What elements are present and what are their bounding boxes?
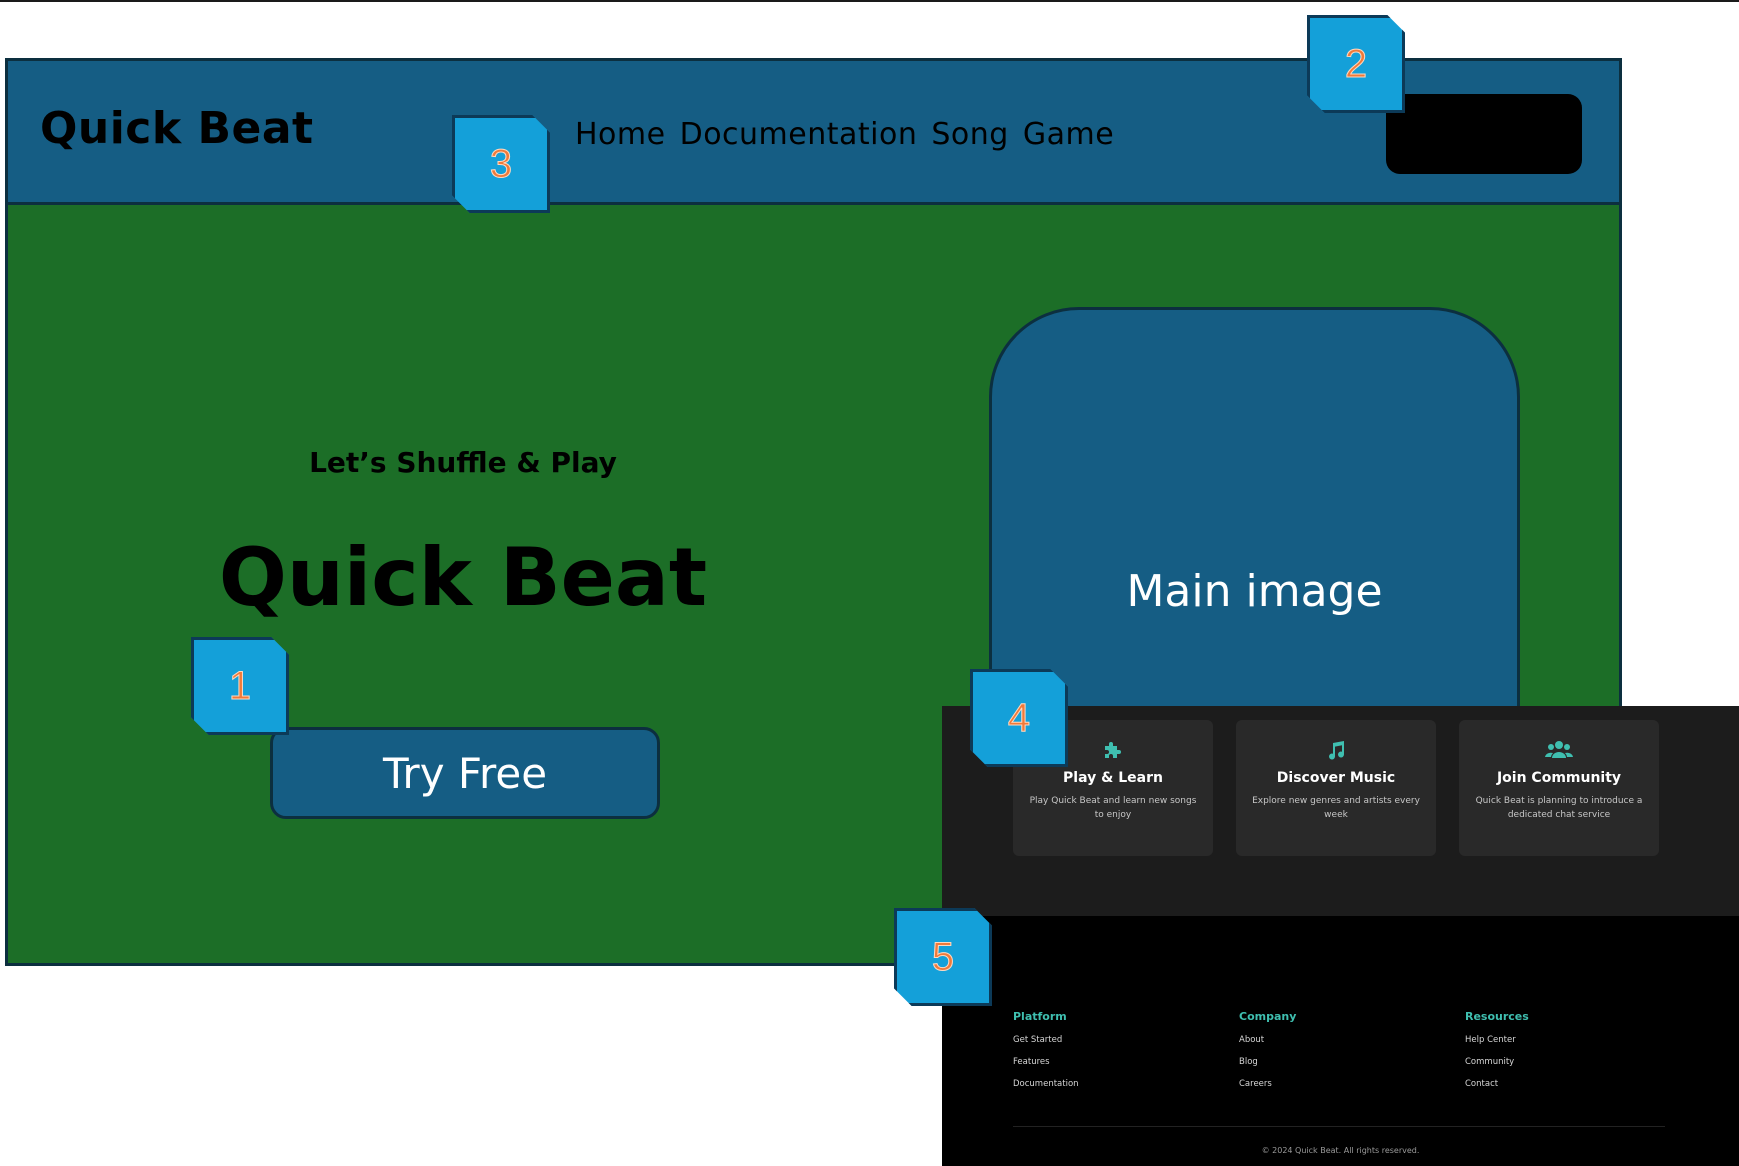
callout-badge-1: 1 bbox=[191, 637, 289, 735]
callout-badge-4: 4 bbox=[970, 669, 1068, 767]
footer-link[interactable]: Documentation bbox=[1013, 1079, 1079, 1089]
feature-title: Join Community bbox=[1496, 770, 1622, 786]
footer-link[interactable]: Contact bbox=[1465, 1079, 1529, 1089]
hero-tagline: Let’s Shuffle & Play bbox=[309, 446, 617, 479]
brand-logo[interactable]: Quick Beat bbox=[40, 103, 314, 154]
footer-link[interactable]: Features bbox=[1013, 1057, 1079, 1067]
footer-link[interactable]: Blog bbox=[1239, 1057, 1296, 1067]
footer-copyright: © 2024 Quick Beat. All rights reserved. bbox=[1261, 1146, 1420, 1155]
feature-title: Play & Learn bbox=[1063, 770, 1163, 786]
music-note-icon bbox=[1236, 736, 1436, 764]
nav-song[interactable]: Song bbox=[931, 117, 1008, 152]
callout-badge-3: 3 bbox=[452, 115, 550, 213]
footer-link[interactable]: Get Started bbox=[1013, 1035, 1079, 1045]
feature-cards: Play & Learn Play Quick Beat and learn n… bbox=[1013, 720, 1659, 856]
nav-game[interactable]: Game bbox=[1023, 117, 1114, 152]
footer-column-platform: Platform Get Started Features Documentat… bbox=[1013, 1010, 1079, 1101]
site-preview-screenshot: Play & Learn Play Quick Beat and learn n… bbox=[942, 706, 1739, 1166]
footer-column-title: Platform bbox=[1013, 1010, 1067, 1023]
nav-home[interactable]: Home bbox=[575, 117, 666, 152]
footer-link[interactable]: Careers bbox=[1239, 1079, 1296, 1089]
footer-column-title: Resources bbox=[1465, 1010, 1529, 1023]
feature-description: Explore new genres and artists every wee… bbox=[1252, 796, 1420, 820]
top-border-line bbox=[0, 0, 1739, 2]
main-nav: Home Documentation Song Game bbox=[575, 117, 1114, 152]
feature-title: Discover Music bbox=[1276, 770, 1396, 786]
footer-column-company: Company About Blog Careers bbox=[1239, 1010, 1296, 1101]
feature-description: Quick Beat is planning to introduce a de… bbox=[1475, 796, 1643, 820]
hero-title: Quick Beat bbox=[218, 531, 708, 624]
callout-badge-5: 5 bbox=[894, 908, 992, 1006]
site-footer: Platform Get Started Features Documentat… bbox=[942, 916, 1739, 1166]
header-action-button[interactable] bbox=[1386, 94, 1582, 174]
try-free-button[interactable]: Try Free bbox=[270, 727, 660, 819]
nav-documentation[interactable]: Documentation bbox=[680, 117, 918, 152]
footer-column-title: Company bbox=[1239, 1010, 1297, 1023]
footer-link[interactable]: Help Center bbox=[1465, 1035, 1529, 1045]
feature-description: Play Quick Beat and learn new songs to e… bbox=[1029, 796, 1197, 820]
feature-card-join-community: Join Community Quick Beat is planning to… bbox=[1459, 720, 1659, 856]
users-icon bbox=[1459, 736, 1659, 764]
footer-divider bbox=[1013, 1126, 1665, 1127]
footer-column-resources: Resources Help Center Community Contact bbox=[1465, 1010, 1529, 1101]
feature-card-discover-music: Discover Music Explore new genres and ar… bbox=[1236, 720, 1436, 856]
callout-badge-2: 2 bbox=[1307, 15, 1405, 113]
footer-link[interactable]: Community bbox=[1465, 1057, 1529, 1067]
footer-link[interactable]: About bbox=[1239, 1035, 1296, 1045]
